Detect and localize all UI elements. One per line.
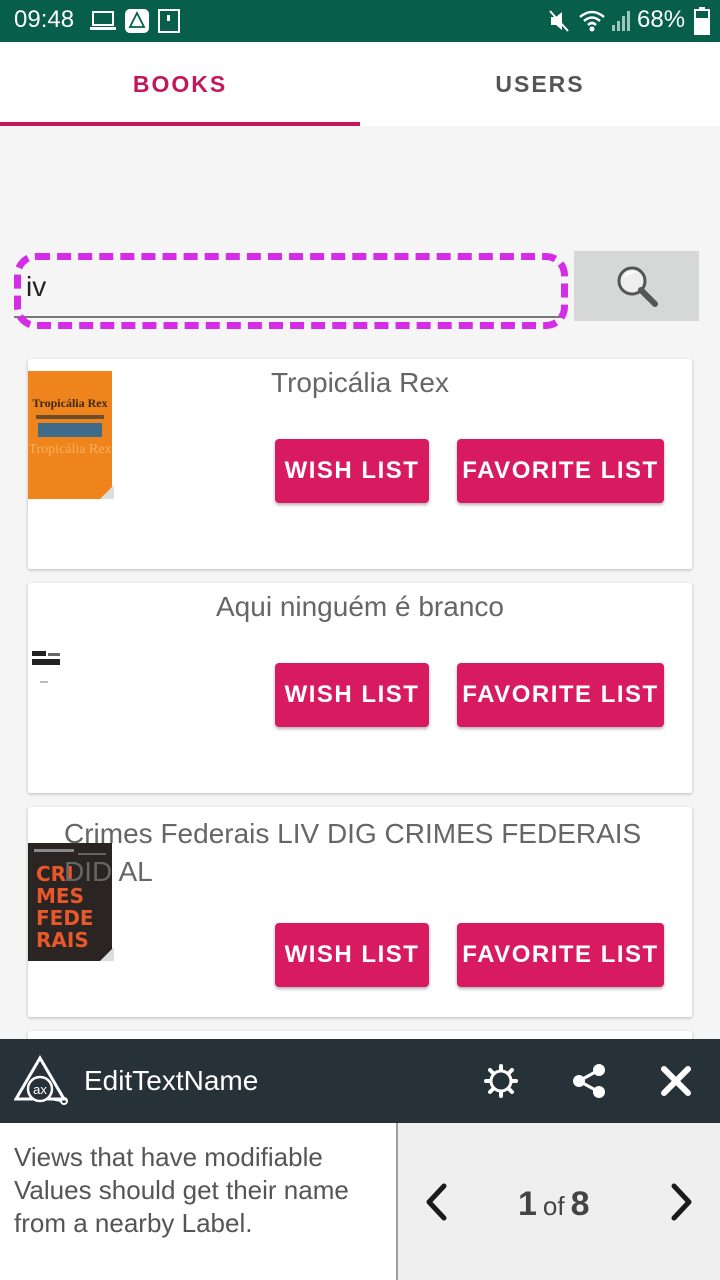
tab-bar: BOOKS USERS [0, 42, 720, 126]
svg-text:FEDE: FEDE [36, 906, 94, 930]
accessibility-scanner-logo-icon: ax [14, 1055, 68, 1105]
book-title: Crimes Federais LIV DIG CRIMES FEDERAIS … [64, 818, 642, 887]
accessibility-scanner-icon [125, 9, 149, 33]
next-chevron-icon[interactable] [670, 1183, 694, 1221]
svg-text:Tropicália Rex: Tropicália Rex [28, 442, 111, 457]
settings-gear-icon[interactable] [484, 1064, 518, 1098]
previous-chevron-icon[interactable] [424, 1183, 448, 1221]
book-cover-image: Tropicália Rex Tropicália Rex [28, 371, 114, 499]
accessibility-panel-header: ax EditTextName [0, 1039, 720, 1123]
battery-icon [694, 7, 710, 35]
svg-text:ax: ax [33, 1082, 47, 1097]
book-cover-image [30, 647, 64, 683]
book-title: Tropicália Rex [271, 367, 449, 398]
share-icon[interactable] [572, 1063, 606, 1099]
favorite-list-button[interactable]: FAVORITE LIST [457, 923, 664, 987]
close-icon[interactable] [660, 1065, 692, 1097]
favorite-list-button[interactable]: FAVORITE LIST [457, 439, 664, 503]
mute-icon [549, 10, 569, 32]
search-button[interactable] [574, 251, 699, 321]
search-icon [617, 266, 658, 307]
pager-of-label: of [542, 1191, 565, 1221]
issue-pager: 1 of 8 [518, 1185, 590, 1224]
tab-users[interactable]: USERS [360, 42, 720, 126]
book-title: Aqui ninguém é branco [216, 591, 504, 622]
total-issues-number: 8 [570, 1185, 590, 1223]
wish-list-button[interactable]: WISH LIST [275, 923, 429, 987]
svg-text:RAIS: RAIS [36, 928, 89, 952]
laptop-icon [90, 11, 116, 30]
signal-icon [612, 11, 630, 31]
issue-description: Views that have modifiable Values should… [14, 1142, 349, 1238]
battery-percentage: 68% [637, 6, 686, 33]
wish-list-button[interactable]: WISH LIST [275, 663, 429, 727]
book-card: CRI MES FEDE RAIS Crimes Federais LIV DI… [28, 807, 692, 1017]
search-input[interactable] [14, 258, 562, 318]
book-card: Aqui ninguém é branco WISH LIST FAVORITE… [28, 583, 692, 793]
favorite-list-button[interactable]: FAVORITE LIST [457, 663, 664, 727]
sim-card-icon [158, 9, 180, 33]
accessibility-panel-body: Views that have modifiable Values should… [0, 1123, 720, 1280]
book-card: Tropicália Rex Tropicália Rex Tropicália… [28, 359, 692, 569]
wifi-icon [579, 10, 605, 32]
status-bar: 09:48 68% [0, 0, 720, 42]
wish-list-button[interactable]: WISH LIST [275, 439, 429, 503]
status-time: 09:48 [14, 6, 75, 33]
issue-title: EditTextName [84, 1065, 259, 1096]
tab-books[interactable]: BOOKS [0, 42, 360, 126]
book-cover-title: Tropicália Rex [32, 396, 107, 410]
current-issue-number: 1 [518, 1185, 537, 1223]
active-tab-indicator [0, 122, 360, 126]
issue-navigator: 1 of 8 [396, 1123, 720, 1280]
